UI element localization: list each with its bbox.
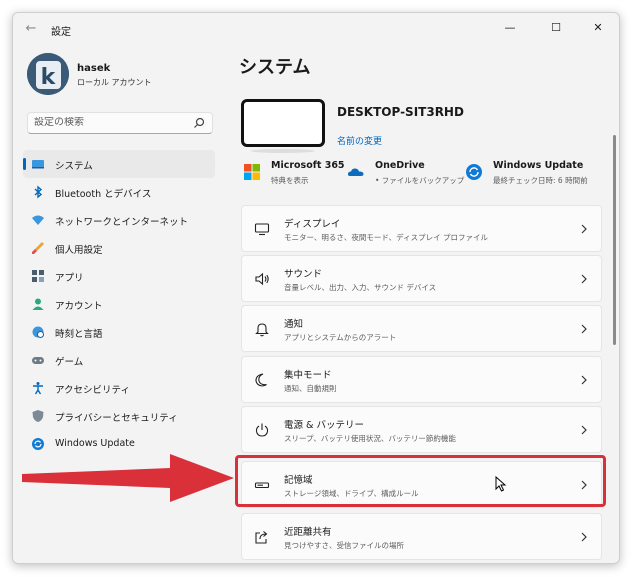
sound-icon	[255, 272, 269, 286]
update-icon	[32, 438, 44, 450]
sidebar-item-label: 時刻と言語	[55, 329, 103, 340]
search-box[interactable]	[27, 112, 213, 134]
card-nearby-sharing[interactable]: 近距離共有 見つけやすさ、受信ファイルの場所	[241, 513, 602, 560]
quick-subtitle: • ファイルをバックアップ	[375, 176, 465, 185]
sidebar-item-label: アカウント	[55, 301, 103, 312]
card-title: ディスプレイ	[284, 219, 341, 230]
sidebar-item-privacy[interactable]: プライバシーとセキュリティ	[23, 402, 215, 430]
chevron-right-icon	[581, 224, 587, 234]
gamepad-icon	[32, 357, 44, 364]
title-bar: ← 設定 — ☐ ✕	[13, 13, 619, 45]
quick-subtitle: 最終チェック日時: 6 時間前	[493, 176, 588, 185]
close-button[interactable]: ✕	[581, 17, 615, 39]
sidebar-item-personalization[interactable]: 個人用設定	[23, 234, 215, 262]
maximize-button[interactable]: ☐	[539, 17, 573, 39]
chevron-right-icon	[581, 274, 587, 284]
chevron-right-icon	[581, 425, 587, 435]
sidebar-item-system[interactable]: システム	[23, 150, 215, 178]
account-type: ローカル アカウント	[77, 78, 152, 87]
avatar-logo-icon: k	[27, 53, 69, 95]
sidebar-item-label: Bluetooth とデバイス	[55, 189, 152, 200]
quick-windows-update[interactable]: Windows Update 最終チェック日時: 6 時間前	[465, 159, 605, 189]
card-title: 近距離共有	[284, 527, 332, 538]
apps-icon	[32, 270, 44, 282]
sidebar-item-label: アプリ	[55, 273, 84, 284]
minimize-button[interactable]: —	[493, 17, 527, 39]
scrollbar[interactable]	[613, 135, 616, 345]
rename-link[interactable]: 名前の変更	[337, 134, 382, 147]
card-title: サウンド	[284, 269, 323, 280]
svg-text:k: k	[41, 65, 57, 90]
power-icon	[255, 423, 269, 437]
chevron-right-icon	[581, 375, 587, 385]
search-input[interactable]	[34, 117, 184, 128]
sidebar-item-time-language[interactable]: 時刻と言語	[23, 318, 215, 346]
display-icon	[254, 223, 270, 236]
card-notifications[interactable]: 通知 アプリとシステムからのアラート	[241, 305, 602, 352]
sidebar-item-label: プライバシーとセキュリティ	[55, 413, 178, 424]
quick-onedrive[interactable]: OneDrive • ファイルをバックアップ	[347, 159, 467, 189]
microsoft-icon	[244, 164, 260, 180]
user-name: hasek	[77, 63, 111, 74]
sidebar-item-gaming[interactable]: ゲーム	[23, 346, 215, 374]
card-subtitle: 見つけやすさ、受信ファイルの場所	[284, 541, 404, 550]
card-title: 通知	[284, 319, 304, 330]
device-name: DESKTOP-SIT3RHD	[337, 105, 464, 119]
wifi-icon	[32, 215, 44, 225]
annotation-highlight-box	[235, 455, 606, 507]
moon-icon	[255, 373, 267, 387]
sidebar-item-network[interactable]: ネットワークとインターネット	[23, 206, 215, 234]
card-subtitle: 音量レベル、出力、入力、サウンド デバイス	[284, 283, 437, 292]
card-subtitle: スリープ、バッテリ使用状況、バッテリー節約機能	[284, 434, 456, 443]
quick-title: OneDrive	[375, 160, 425, 171]
sidebar-item-label: Windows Update	[55, 438, 135, 449]
sidebar-item-label: ゲーム	[55, 357, 84, 368]
sidebar-item-label: ネットワークとインターネット	[55, 217, 189, 228]
back-arrow-icon[interactable]: ←	[23, 21, 39, 37]
brush-icon	[32, 242, 44, 254]
sidebar-item-apps[interactable]: アプリ	[23, 262, 215, 290]
card-subtitle: アプリとシステムからのアラート	[284, 333, 397, 342]
share-icon	[255, 531, 268, 544]
page-title: システム	[239, 57, 311, 78]
shield-icon	[32, 410, 44, 422]
card-power-battery[interactable]: 電源 & バッテリー スリープ、バッテリ使用状況、バッテリー節約機能	[241, 406, 602, 453]
quick-title: Windows Update	[493, 160, 584, 171]
window-title: 設定	[51, 27, 71, 38]
annotation-arrow-icon	[22, 454, 234, 502]
update-icon	[466, 164, 482, 180]
card-subtitle: 通知、自動規則	[284, 384, 337, 393]
search-icon[interactable]	[192, 116, 206, 130]
card-title: 集中モード	[284, 370, 332, 381]
system-icon	[32, 160, 44, 169]
quick-microsoft-365[interactable]: Microsoft 365 特典を表示	[243, 159, 353, 189]
chevron-right-icon	[581, 532, 587, 542]
avatar[interactable]: k	[27, 53, 69, 95]
sidebar-item-label: 個人用設定	[55, 245, 103, 256]
card-focus-assist[interactable]: 集中モード 通知、自動規則	[241, 356, 602, 403]
bluetooth-icon	[34, 185, 43, 199]
chevron-right-icon	[581, 324, 587, 334]
accessibility-icon	[33, 382, 43, 395]
sidebar-item-accounts[interactable]: アカウント	[23, 290, 215, 318]
sidebar-item-accessibility[interactable]: アクセシビリティ	[23, 374, 215, 402]
card-sound[interactable]: サウンド 音量レベル、出力、入力、サウンド デバイス	[241, 255, 602, 302]
card-title: 電源 & バッテリー	[284, 420, 364, 431]
device-image	[241, 99, 325, 147]
device-image-shadow	[251, 149, 315, 153]
quick-title: Microsoft 365	[271, 160, 345, 171]
sidebar-item-label: システム	[55, 161, 93, 172]
account-icon	[32, 298, 44, 310]
quick-subtitle: 特典を表示	[271, 176, 309, 185]
card-display[interactable]: ディスプレイ モニター、明るさ、夜間モード、ディスプレイ プロファイル	[241, 205, 602, 252]
mouse-cursor-icon	[495, 476, 507, 492]
sidebar-item-label: アクセシビリティ	[55, 385, 130, 396]
bell-icon	[255, 323, 269, 337]
onedrive-icon	[347, 168, 364, 176]
card-subtitle: モニター、明るさ、夜間モード、ディスプレイ プロファイル	[284, 233, 488, 242]
sidebar-nav: システム Bluetooth とデバイス ネットワークとインターネット 個人用設…	[23, 150, 215, 458]
globe-clock-icon	[32, 326, 44, 338]
sidebar-item-bluetooth[interactable]: Bluetooth とデバイス	[23, 178, 215, 206]
